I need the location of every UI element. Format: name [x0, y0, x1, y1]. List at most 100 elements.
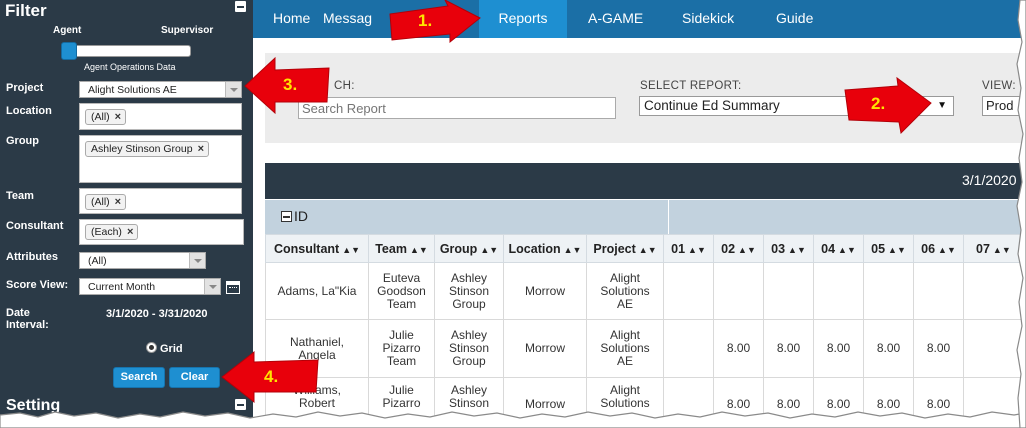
- attributes-select[interactable]: (All): [79, 252, 206, 269]
- calendar-icon[interactable]: [226, 281, 240, 294]
- column-header-team[interactable]: Team ▲▼: [368, 234, 435, 263]
- sort-icon[interactable]: ▲▼: [888, 245, 906, 255]
- sort-icon[interactable]: ▲▼: [938, 245, 956, 255]
- remove-tag-icon[interactable]: ×: [115, 196, 121, 208]
- nav-sidekick[interactable]: Sidekick: [682, 0, 734, 38]
- sort-icon[interactable]: ▲▼: [738, 245, 756, 255]
- slider-handle[interactable]: [61, 42, 77, 60]
- sort-icon[interactable]: ▲▼: [993, 245, 1011, 255]
- cell-day: 8.00: [863, 319, 914, 378]
- cell-consultant: Adams, La"Kia: [265, 262, 369, 320]
- cell-day: [813, 262, 864, 320]
- select-report-label: SELECT REPORT:: [640, 80, 742, 92]
- collapse-id-icon[interactable]: [281, 211, 292, 222]
- consultant-field[interactable]: (Each) ×: [79, 219, 244, 245]
- sort-icon[interactable]: ▲▼: [688, 245, 706, 255]
- callout-arrow-3: 3.: [244, 56, 330, 115]
- column-header-day-04[interactable]: 04 ▲▼: [813, 234, 864, 263]
- group-label: Group: [6, 135, 39, 147]
- cell-day: 8.00: [763, 319, 814, 378]
- consultant-label: Consultant: [6, 220, 64, 232]
- chevron-down-icon[interactable]: [189, 253, 205, 268]
- column-header-consultant[interactable]: Consultant ▲▼: [265, 234, 369, 263]
- nav-messages[interactable]: Messag: [323, 0, 372, 38]
- location-field[interactable]: (All) ×: [79, 103, 242, 130]
- chevron-down-icon[interactable]: [204, 279, 220, 294]
- search-report-label: CH:: [334, 80, 355, 92]
- search-button[interactable]: Search: [113, 367, 165, 388]
- top-navigation: Home Messag Reports A-GAME Sidekick Guid…: [253, 0, 1026, 38]
- column-header-day-06[interactable]: 06 ▲▼: [913, 234, 964, 263]
- cell-day: [663, 262, 714, 320]
- consultant-tag[interactable]: (Each) ×: [85, 224, 139, 240]
- sort-icon[interactable]: ▲▼: [564, 245, 582, 255]
- sort-icon[interactable]: ▲▼: [342, 245, 360, 255]
- callout-number-1: 1.: [418, 11, 433, 30]
- remove-tag-icon[interactable]: ×: [198, 143, 204, 155]
- cell-project: Alight Solutions AE: [586, 262, 664, 320]
- remove-tag-icon[interactable]: ×: [127, 226, 133, 238]
- consultant-tag-label: (Each): [91, 226, 122, 238]
- column-header-day-02[interactable]: 02 ▲▼: [713, 234, 764, 263]
- remove-tag-icon[interactable]: ×: [115, 111, 121, 123]
- cell-team: Euteva Goodson Team: [368, 262, 435, 320]
- callout-arrow-1: 1.: [388, 0, 481, 44]
- column-header-project[interactable]: Project ▲▼: [586, 234, 664, 263]
- search-report-input[interactable]: [298, 97, 616, 119]
- grid-header-row: Consultant ▲▼ Team ▲▼ Group ▲▼ Location ▲▼ P…: [265, 234, 1026, 263]
- grid-header-date: 3/1/2020: [962, 172, 1017, 188]
- project-select-value: Alight Solutions AE: [88, 84, 177, 96]
- id-group-label: ID: [294, 208, 308, 224]
- cell-location: Morrow: [503, 319, 587, 378]
- location-tag[interactable]: (All) ×: [85, 109, 127, 125]
- callout-arrow-2: 2.: [843, 76, 932, 135]
- project-label: Project: [6, 82, 44, 94]
- slider-label-supervisor: Supervisor: [161, 25, 214, 36]
- grid-radio[interactable]: [146, 342, 157, 353]
- location-tag-label: (All): [91, 111, 110, 123]
- table-row[interactable]: Nathaniel, Angela Julie Pizarro Team Ashley…: [265, 319, 1026, 378]
- nav-reports[interactable]: Reports: [479, 0, 567, 38]
- torn-edge-right: [1016, 0, 1026, 428]
- score-view-select[interactable]: Current Month: [79, 278, 221, 295]
- cell-location: Morrow: [503, 262, 587, 320]
- team-label: Team: [6, 190, 34, 202]
- group-tag[interactable]: Ashley Stinson Group ×: [85, 141, 209, 157]
- agent-supervisor-slider[interactable]: [61, 45, 191, 57]
- sort-icon[interactable]: ▲▼: [410, 245, 428, 255]
- attributes-label: Attributes: [6, 251, 58, 263]
- chevron-down-icon[interactable]: [225, 82, 241, 97]
- select-report-value: Continue Ed Summary: [644, 98, 780, 113]
- dropdown-arrow-icon[interactable]: ▼: [937, 100, 947, 111]
- sort-icon[interactable]: ▲▼: [639, 245, 657, 255]
- project-select[interactable]: Alight Solutions AE: [79, 81, 242, 98]
- cell-day: [763, 262, 814, 320]
- column-header-group[interactable]: Group ▲▼: [434, 234, 504, 263]
- team-field[interactable]: (All) ×: [79, 188, 242, 214]
- team-tag[interactable]: (All) ×: [85, 194, 127, 210]
- collapse-filter-icon[interactable]: [235, 1, 246, 12]
- date-interval-value: 3/1/2020 - 3/31/2020: [106, 308, 208, 320]
- data-grid: Consultant ▲▼ Team ▲▼ Group ▲▼ Location ▲▼ P…: [265, 234, 1026, 426]
- column-header-location[interactable]: Location ▲▼: [503, 234, 587, 263]
- column-header-day-03[interactable]: 03 ▲▼: [763, 234, 814, 263]
- grid-header-bar: [265, 163, 1026, 199]
- callout-number-4: 4.: [264, 367, 279, 386]
- nav-home[interactable]: Home: [273, 0, 310, 38]
- group-field[interactable]: Ashley Stinson Group ×: [79, 135, 242, 183]
- callout-number-2: 2.: [871, 94, 886, 113]
- cell-day: [913, 262, 964, 320]
- cell-project: Alight Solutions AE: [586, 319, 664, 378]
- cell-group: Ashley Stinson Group: [434, 319, 504, 378]
- nav-a-game[interactable]: A-GAME: [588, 0, 643, 38]
- cell-team: Julie Pizarro Team: [368, 319, 435, 378]
- column-header-day-05[interactable]: 05 ▲▼: [863, 234, 914, 263]
- clear-button[interactable]: Clear: [169, 367, 220, 388]
- nav-guide[interactable]: Guide: [776, 0, 813, 38]
- sort-icon[interactable]: ▲▼: [788, 245, 806, 255]
- view-label: VIEW:: [982, 80, 1016, 92]
- column-header-day-01[interactable]: 01 ▲▼: [663, 234, 714, 263]
- table-row[interactable]: Adams, La"Kia Euteva Goodson Team Ashley St…: [265, 262, 1026, 320]
- sort-icon[interactable]: ▲▼: [838, 245, 856, 255]
- sort-icon[interactable]: ▲▼: [480, 245, 498, 255]
